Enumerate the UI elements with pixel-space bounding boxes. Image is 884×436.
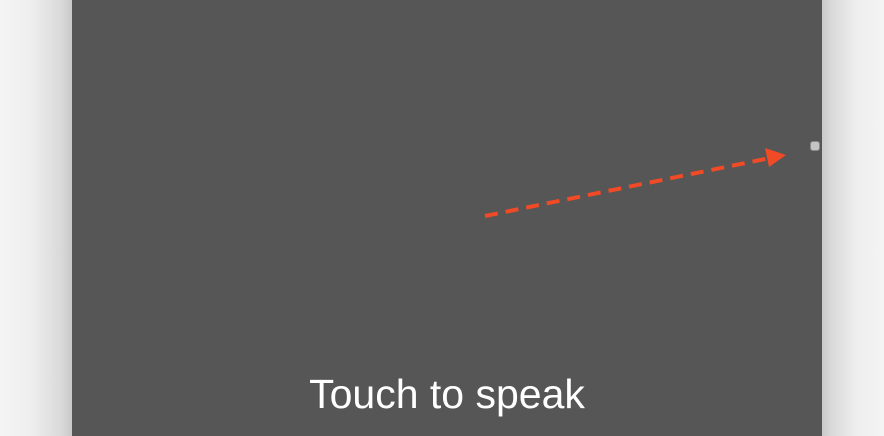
- voice-input-panel[interactable]: Touch to speak: [72, 0, 822, 436]
- screen: Touch to speak: [0, 0, 884, 436]
- touch-to-speak-label[interactable]: Touch to speak: [72, 366, 822, 422]
- window-shadow-left: [0, 0, 72, 436]
- window-shadow-right: [822, 0, 884, 436]
- resize-handle[interactable]: [810, 141, 820, 151]
